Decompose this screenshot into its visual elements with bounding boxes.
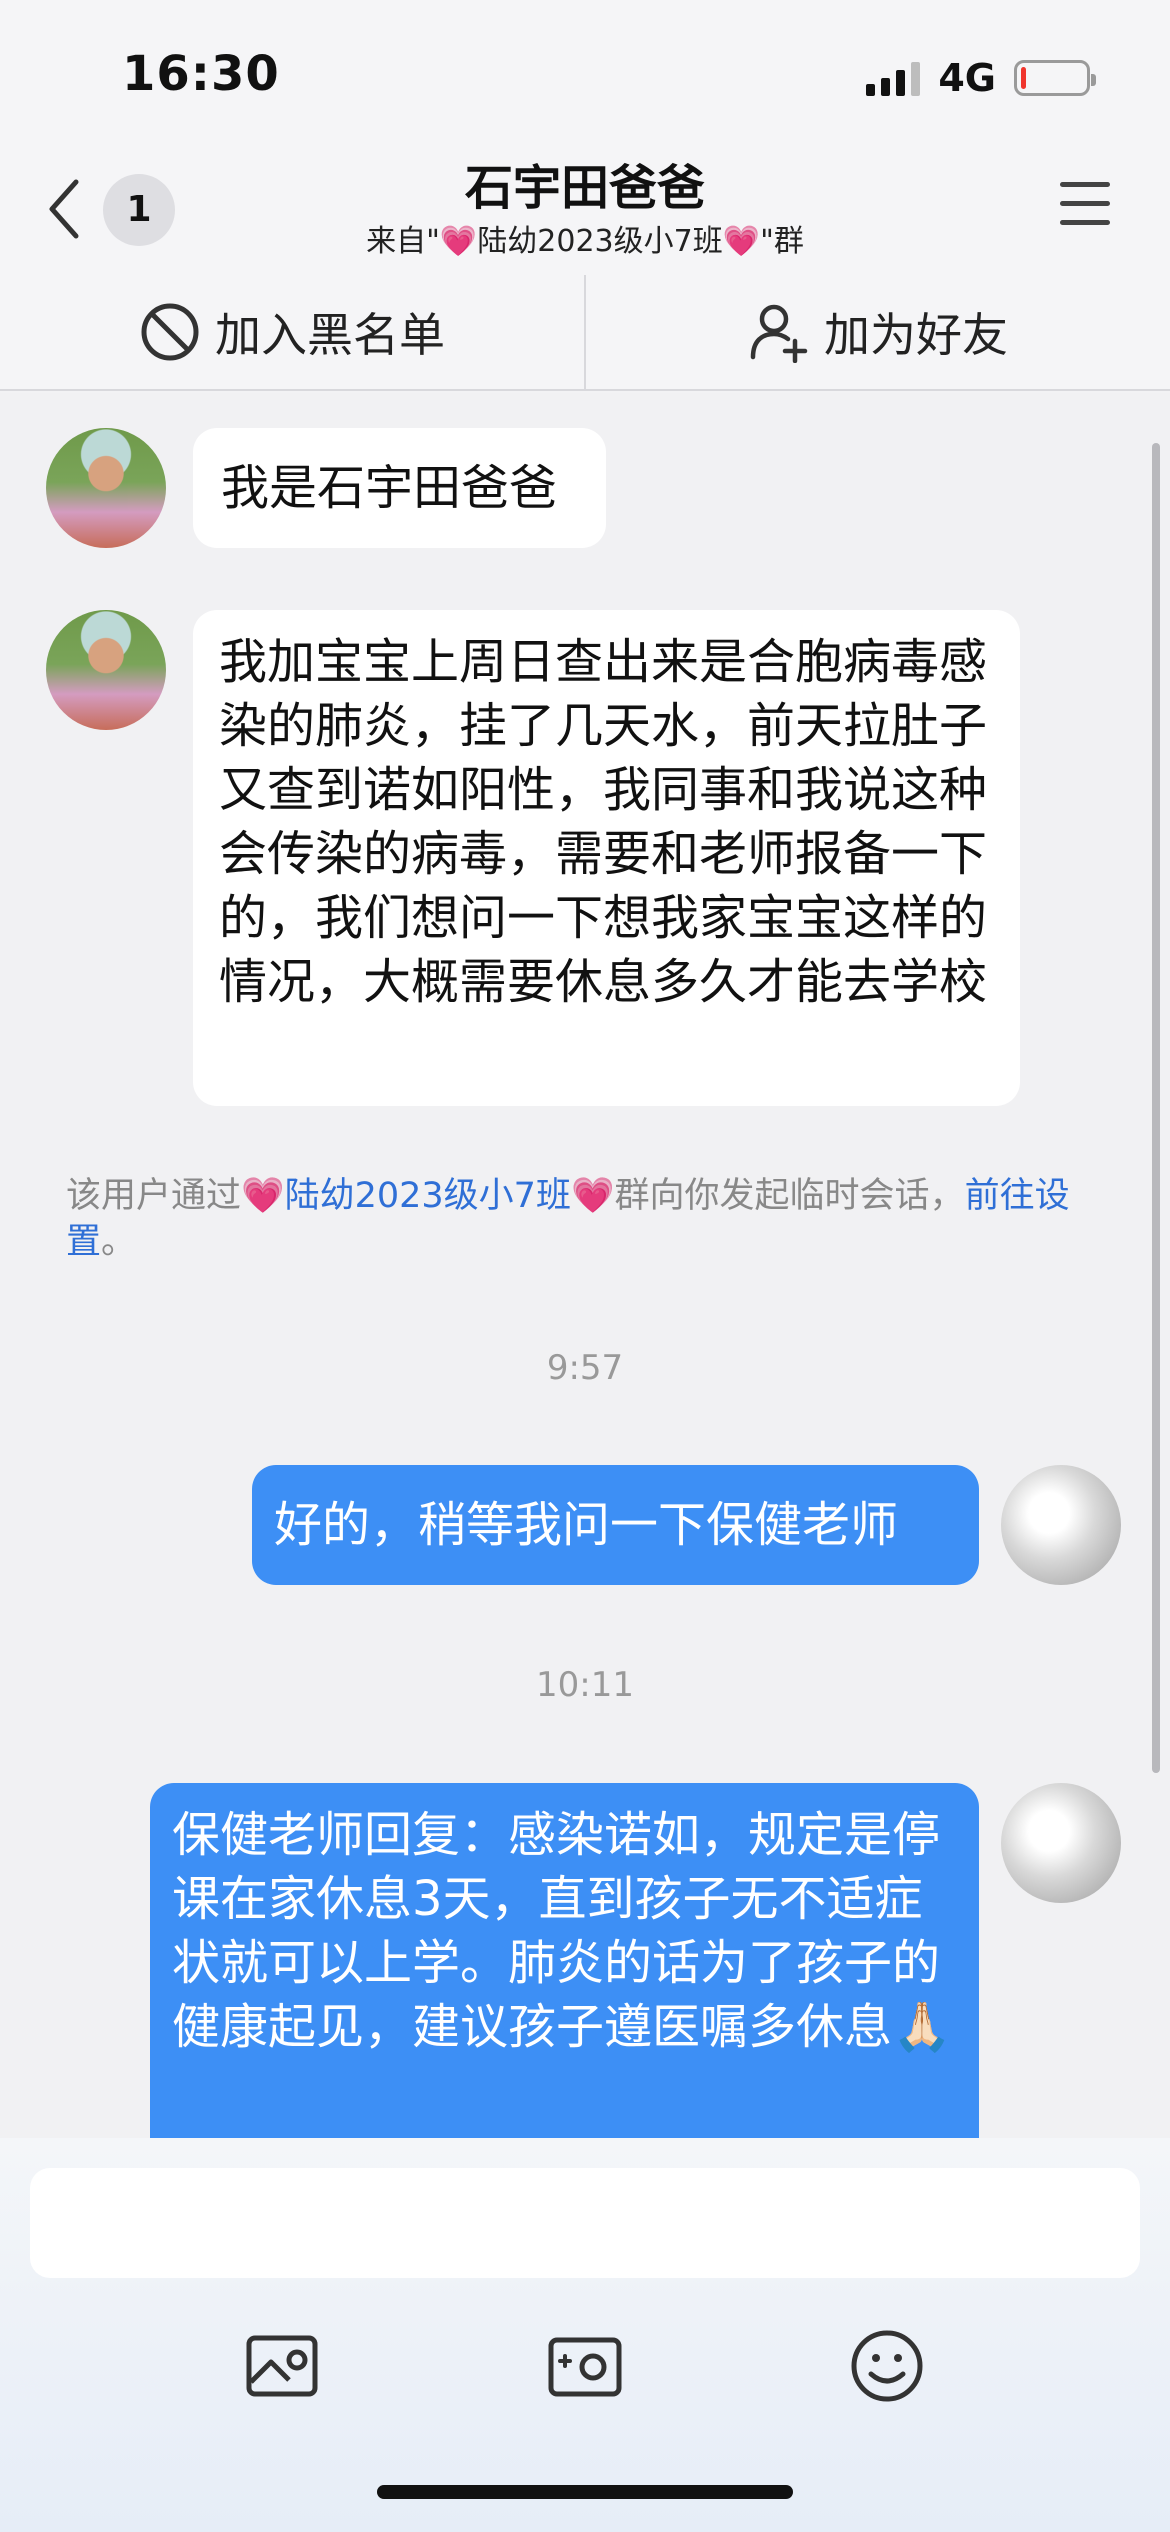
add-friend-button[interactable]: 加为好友 xyxy=(584,275,1170,389)
message-bubble-incoming[interactable]: 我加宝宝上周日查出来是合胞病毒感染的肺炎，挂了几天水，前天拉肚子又查到诺如阳性，… xyxy=(193,610,1020,1106)
add-to-blacklist-label: 加入黑名单 xyxy=(215,308,445,362)
camera-button[interactable] xyxy=(545,2326,625,2406)
image-picker-button[interactable] xyxy=(243,2326,323,2406)
network-type: 4G xyxy=(938,56,996,100)
scrollbar[interactable] xyxy=(1152,443,1160,1773)
status-time: 16:30 xyxy=(122,46,280,102)
avatar[interactable] xyxy=(1001,1783,1121,1903)
camera-icon xyxy=(548,2337,622,2397)
message-timestamp: 9:57 xyxy=(546,1348,624,1388)
emoji-icon xyxy=(851,2330,923,2402)
block-icon xyxy=(141,303,199,361)
message-bubble-outgoing[interactable]: 好的，稍等我问一下保健老师 xyxy=(252,1465,979,1585)
heart-icon: 💗 xyxy=(439,224,478,259)
subtitle-group-name: 陆幼2023级小7班 xyxy=(477,224,723,259)
page-title: 石宇田爸爸 xyxy=(464,160,705,216)
status-bar: 16:30 4G xyxy=(0,0,1170,140)
avatar[interactable] xyxy=(1001,1465,1121,1585)
status-indicators: 4G xyxy=(866,56,1096,100)
subtitle-suffix: "群 xyxy=(760,224,804,259)
heart-icon: 💗 xyxy=(722,224,761,259)
message-bubble-incoming[interactable]: 我是石宇田爸爸 xyxy=(193,428,606,548)
chat-message-list[interactable]: 我是石宇田爸爸 我加宝宝上周日查出来是合胞病毒感染的肺炎，挂了几天水，前天拉肚子… xyxy=(0,393,1170,2138)
action-bar: 加入黑名单 加为好友 xyxy=(0,275,1170,391)
add-user-icon xyxy=(750,304,808,363)
heart-icon: 💗 xyxy=(570,1176,615,1216)
notice-text: 群向你发起临时会话， xyxy=(614,1176,965,1216)
input-area xyxy=(0,2138,1170,2532)
message-bubble-outgoing[interactable]: 保健老师回复：感染诺如，规定是停课在家休息3天，直到孩子无不适症状就可以上学。肺… xyxy=(150,1783,979,2138)
message-input[interactable] xyxy=(30,2168,1140,2278)
avatar[interactable] xyxy=(46,610,166,730)
add-to-blacklist-button[interactable]: 加入黑名单 xyxy=(0,275,584,389)
message-timestamp: 10:11 xyxy=(536,1665,634,1705)
group-link[interactable]: 陆幼2023级小7班 xyxy=(285,1176,571,1216)
battery-level xyxy=(1021,67,1026,89)
menu-button[interactable] xyxy=(1060,182,1114,232)
heart-icon: 💗 xyxy=(241,1176,285,1216)
battery-icon xyxy=(1014,60,1096,96)
subtitle-prefix: 来自" xyxy=(366,224,440,259)
avatar[interactable] xyxy=(46,428,166,548)
emoji-button[interactable] xyxy=(847,2326,927,2406)
temporary-chat-notice: 该用户通过💗陆幼2023级小7班💗群向你发起临时会话，前往设置。 xyxy=(66,1173,1116,1265)
hamburger-menu-icon xyxy=(1060,182,1114,225)
page-subtitle: 来自"💗陆幼2023级小7班💗"群 xyxy=(0,216,1170,260)
notice-text: 。 xyxy=(101,1222,137,1262)
nav-bar: 1 石宇田爸爸 来自"💗陆幼2023级小7班💗"群 xyxy=(0,140,1170,275)
signal-icon xyxy=(866,60,921,96)
image-icon xyxy=(246,2335,318,2397)
home-indicator[interactable] xyxy=(377,2485,793,2499)
add-friend-label: 加为好友 xyxy=(824,308,1008,362)
notice-text: 该用户通过 xyxy=(66,1176,242,1216)
